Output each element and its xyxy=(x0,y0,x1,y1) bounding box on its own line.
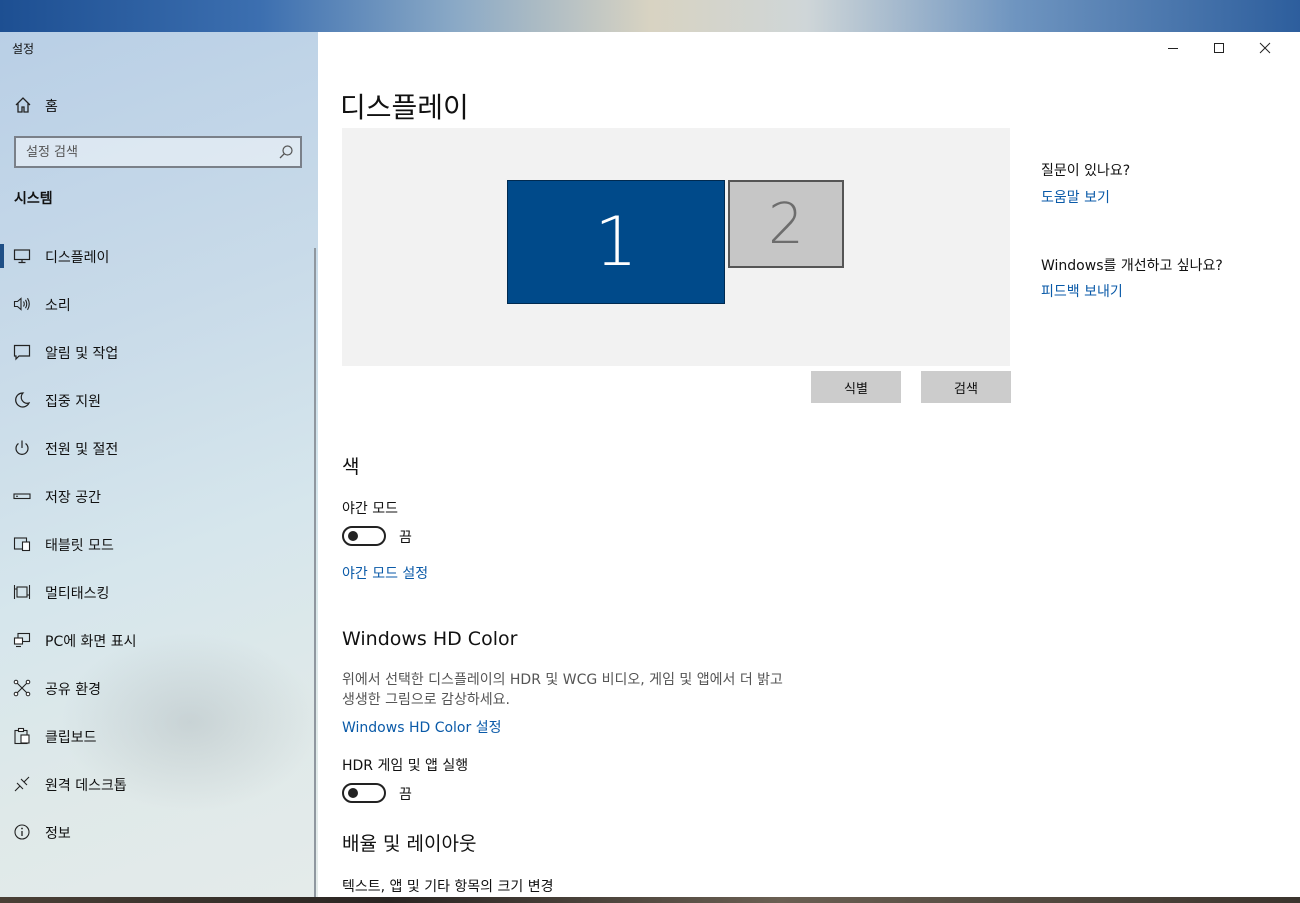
sidebar-item-tablet-mode[interactable]: 태블릿 모드 xyxy=(0,520,318,568)
sidebar-item-label: 정보 xyxy=(45,826,71,842)
hdr-games-toggle[interactable] xyxy=(342,783,386,803)
sidebar-item-remote-desktop[interactable]: 원격 데스크톱 xyxy=(0,760,318,808)
sidebar-nav: 디스플레이 소리 알림 및 작업 집중 지원 전원 및 절전 저장 공간 태블릿… xyxy=(0,232,318,856)
help-question: 질문이 있나요? xyxy=(1041,160,1130,180)
minimize-icon xyxy=(1168,48,1178,49)
night-mode-label: 야간 모드 xyxy=(342,501,398,517)
sidebar-item-label: 전원 및 절전 xyxy=(45,442,119,458)
hdr-games-label: HDR 게임 및 앱 실행 xyxy=(342,758,469,774)
close-icon xyxy=(1259,42,1271,54)
identify-button[interactable]: 식별 xyxy=(811,371,901,403)
desktop-taskbar-edge xyxy=(0,897,1300,903)
sidebar-item-label: 원격 데스크톱 xyxy=(45,778,127,794)
help-link[interactable]: 도움말 보기 xyxy=(1041,187,1110,207)
sidebar-home[interactable]: 홈 xyxy=(0,90,318,120)
page-title: 디스플레이 xyxy=(340,91,469,124)
help-question-text: 질문이 있나요? xyxy=(1041,163,1131,179)
sidebar-home-label: 홈 xyxy=(45,99,58,115)
sidebar-item-label: 소리 xyxy=(45,298,71,314)
sidebar-item-shared-experiences[interactable]: 공유 환경 xyxy=(0,664,318,712)
improve-question-text: Windows를 개선하고 싶나요? xyxy=(1041,258,1223,274)
color-heading: 색 xyxy=(342,456,360,478)
minimize-button[interactable] xyxy=(1150,32,1196,64)
project-icon xyxy=(13,631,31,649)
sidebar-item-label: 클립보드 xyxy=(45,730,97,746)
search-icon[interactable] xyxy=(278,144,294,160)
hd-color-description: 위에서 선택한 디스플레이의 HDR 및 WCG 비디오, 게임 및 앱에서 더… xyxy=(342,672,783,708)
search-box[interactable] xyxy=(14,136,302,168)
remote-desktop-icon xyxy=(13,775,31,793)
sidebar-item-clipboard[interactable]: 클립보드 xyxy=(0,712,318,760)
hd-color-settings-link[interactable]: Windows HD Color 설정 xyxy=(342,717,501,737)
night-mode-state: 끔 xyxy=(399,530,412,546)
search-input[interactable] xyxy=(16,138,266,166)
speaker-icon xyxy=(13,295,31,313)
sidebar-item-label: 공유 환경 xyxy=(45,682,101,698)
improve-question: Windows를 개선하고 싶나요? xyxy=(1041,255,1223,275)
main-content: 디스플레이 1 2 식별 검색 색 야간 모드 끔 야간 모드 설정 Windo… xyxy=(318,32,1300,897)
tablet-icon xyxy=(13,535,31,553)
monitor-2[interactable]: 2 xyxy=(728,180,844,268)
sidebar-item-notifications[interactable]: 알림 및 작업 xyxy=(0,328,318,376)
settings-window: 설정 홈 시스템 디스플레이 xyxy=(0,32,1300,897)
feedback-link[interactable]: 피드백 보내기 xyxy=(1041,281,1123,301)
window-controls xyxy=(1150,32,1300,64)
notification-icon xyxy=(13,343,31,361)
sidebar-item-label: 집중 지원 xyxy=(45,394,101,410)
monitor-arrangement[interactable]: 1 2 xyxy=(342,128,1010,366)
share-icon xyxy=(13,679,31,697)
sidebar-item-label: 디스플레이 xyxy=(45,250,110,266)
hdr-games-state: 끔 xyxy=(399,787,412,803)
sidebar-item-label: 멀티태스킹 xyxy=(45,586,110,602)
detect-button[interactable]: 검색 xyxy=(921,371,1011,403)
sidebar-item-label: 저장 공간 xyxy=(45,490,101,506)
sidebar-item-power[interactable]: 전원 및 절전 xyxy=(0,424,318,472)
sidebar-scrollbar[interactable] xyxy=(314,248,316,897)
sidebar: 설정 홈 시스템 디스플레이 xyxy=(0,32,318,897)
sidebar-item-focus-assist[interactable]: 집중 지원 xyxy=(0,376,318,424)
night-mode-toggle[interactable] xyxy=(342,526,386,546)
sidebar-item-multitasking[interactable]: 멀티태스킹 xyxy=(0,568,318,616)
night-mode-toggle-row: 끔 xyxy=(342,526,462,548)
sidebar-item-project[interactable]: PC에 화면 표시 xyxy=(0,616,318,664)
sidebar-item-label: PC에 화면 표시 xyxy=(45,634,137,650)
close-button[interactable] xyxy=(1242,32,1288,64)
maximize-icon xyxy=(1214,43,1224,53)
scale-layout-heading: 배율 및 레이아웃 xyxy=(342,833,477,855)
sidebar-item-about[interactable]: 정보 xyxy=(0,808,318,856)
multitasking-icon xyxy=(13,583,31,601)
home-icon xyxy=(14,96,32,114)
moon-icon xyxy=(13,391,31,409)
sidebar-item-storage[interactable]: 저장 공간 xyxy=(0,472,318,520)
info-icon xyxy=(13,823,31,841)
monitor-1[interactable]: 1 xyxy=(507,180,725,304)
app-title: 설정 xyxy=(12,42,35,56)
help-link-row: 도움말 보기 xyxy=(1041,187,1110,207)
text-size-label: 텍스트, 앱 및 기타 항목의 크기 변경 xyxy=(342,879,554,895)
sidebar-section-title: 시스템 xyxy=(14,191,53,207)
hdr-games-toggle-row: 끔 xyxy=(342,783,462,805)
desktop-wallpaper xyxy=(0,0,1300,32)
sidebar-item-label: 태블릿 모드 xyxy=(45,538,114,554)
feedback-link-row: 피드백 보내기 xyxy=(1041,281,1123,301)
hd-color-heading: Windows HD Color xyxy=(342,628,518,650)
sidebar-item-display[interactable]: 디스플레이 xyxy=(0,232,318,280)
night-mode-settings-link[interactable]: 야간 모드 설정 xyxy=(342,563,428,583)
sidebar-item-sound[interactable]: 소리 xyxy=(0,280,318,328)
storage-icon xyxy=(13,487,31,505)
clipboard-icon xyxy=(13,727,31,745)
monitor-icon xyxy=(13,247,31,265)
maximize-button[interactable] xyxy=(1196,32,1242,64)
power-icon xyxy=(13,439,31,457)
sidebar-item-label: 알림 및 작업 xyxy=(45,346,119,362)
